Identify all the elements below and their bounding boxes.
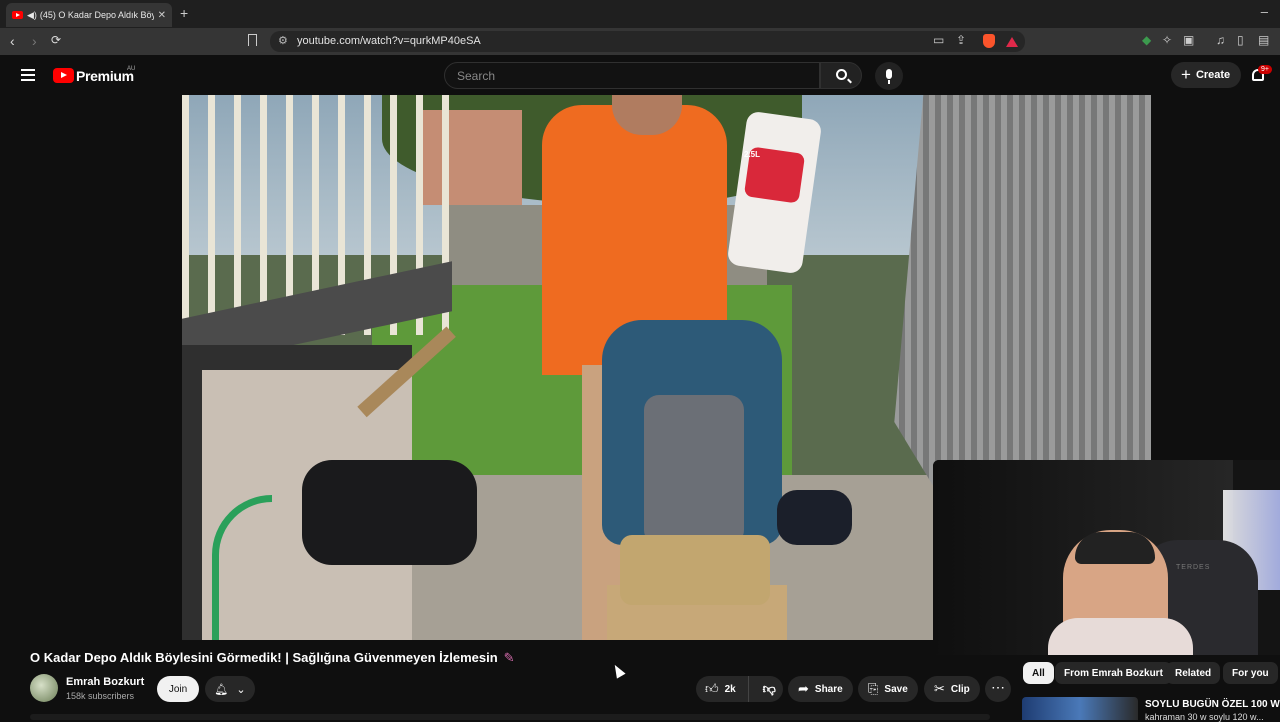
webcam-streamer-shirt	[1048, 618, 1193, 655]
save-icon: ⎘	[868, 681, 879, 696]
recommendation-thumbnail[interactable]	[1022, 697, 1138, 720]
close-tab-icon[interactable]: ✕	[158, 10, 166, 21]
forward-icon[interactable]: ›	[32, 33, 37, 49]
video-scene-mask	[777, 490, 852, 545]
clip-button[interactable]: ✂ Clip	[924, 676, 980, 702]
subscription-bell-button[interactable]: 🔔︎ ⌄	[205, 676, 255, 702]
notification-badge: 9+	[1258, 65, 1272, 74]
bladder-text: 2.5L	[744, 150, 761, 159]
wallet-icon[interactable]: ▤	[1258, 33, 1269, 47]
clip-label: Clip	[950, 683, 970, 695]
bell-icon: 🔔︎	[214, 683, 229, 696]
more-actions-icon[interactable]: ⋯	[985, 676, 1011, 702]
browser-tab[interactable]: ◀) (45) O Kadar Depo Aldık Böyl... ✕	[6, 3, 172, 27]
address-bar[interactable]: ⚙ youtube.com/watch?v=qurkMP40eSA ▭ ⇪	[270, 31, 1025, 52]
mouse-cursor-icon	[610, 662, 626, 679]
like-dislike-group: 👍︎ 2k 👎︎	[696, 676, 783, 702]
thumbs-down-icon: 👎︎	[762, 681, 776, 696]
search-box[interactable]	[444, 62, 820, 89]
chair-logo-text: TERDES	[1176, 564, 1211, 571]
join-button[interactable]: Join	[157, 676, 199, 702]
browser-toolbar: ‹ › ⟳ ⚙ youtube.com/watch?v=qurkMP40eSA …	[0, 28, 1280, 55]
youtube-header: Premium AU + Create 9+	[0, 55, 1280, 95]
create-label: Create	[1195, 69, 1231, 81]
recommendation-subtitle: kahraman 30 w soylu 120 w...	[1145, 712, 1264, 722]
search-input[interactable]	[455, 68, 795, 84]
cast-icon[interactable]: ▭	[933, 33, 944, 47]
youtube-logo-icon[interactable]	[53, 68, 74, 83]
video-scene-backpack-base	[620, 535, 770, 605]
bookmark-icon[interactable]	[248, 34, 257, 46]
url-text: youtube.com/watch?v=qurkMP40eSA	[297, 35, 481, 47]
video-scene-wetsuit	[302, 460, 477, 565]
thumbs-up-icon: 👍︎	[705, 681, 719, 696]
share-icon: ➦	[798, 681, 809, 696]
video-scene-backpack-pocket	[644, 395, 744, 545]
voice-search-icon[interactable]	[875, 62, 903, 90]
video-title-text: O Kadar Depo Aldık Böylesini Görmedik! |…	[30, 650, 498, 665]
save-label: Save	[884, 683, 908, 695]
plus-icon: +	[1181, 65, 1191, 84]
like-count: 2k	[724, 683, 736, 695]
subscriber-count: 158k subscribers	[66, 691, 135, 701]
chevron-down-icon: ⌄	[236, 683, 246, 696]
video-title: O Kadar Depo Aldık Böylesini Görmedik! |…	[30, 650, 515, 666]
channel-name[interactable]: Emrah Bozkurt	[66, 676, 144, 688]
share-button[interactable]: ➦ Share	[788, 676, 853, 702]
chip-for-you[interactable]: For you	[1223, 662, 1278, 684]
browser-tab-strip: ◀) (45) O Kadar Depo Aldık Böyl... ✕ + –	[0, 0, 1280, 28]
new-tab-icon[interactable]: +	[180, 5, 188, 21]
reload-icon[interactable]: ⟳	[51, 33, 61, 47]
tab-search-icon[interactable]: ▣	[1183, 33, 1194, 47]
description-box-edge[interactable]	[30, 714, 990, 720]
pencil-emoji-icon: ✎	[503, 650, 515, 665]
create-button[interactable]: + Create	[1171, 62, 1241, 88]
search-button[interactable]	[820, 62, 862, 89]
chip-related[interactable]: Related	[1166, 662, 1221, 684]
back-icon[interactable]: ‹	[10, 33, 15, 49]
brave-shield-icon[interactable]	[983, 34, 995, 48]
speaker-icon[interactable]: ◀)	[27, 10, 37, 21]
sidebar-icon[interactable]: ▯	[1237, 33, 1244, 47]
search-icon	[836, 69, 847, 80]
dislike-button[interactable]: 👎︎	[755, 681, 783, 697]
webcam-streamer-hair	[1075, 532, 1155, 564]
like-button[interactable]: 👍︎ 2k	[696, 676, 750, 702]
channel-avatar[interactable]	[30, 674, 58, 702]
tab-title: (45) O Kadar Depo Aldık Böyl...	[39, 10, 154, 20]
webcam-overlay: TERDES	[933, 460, 1280, 655]
save-button[interactable]: ⎘ Save	[858, 676, 918, 702]
extension-leaf-icon[interactable]: ◆	[1142, 33, 1151, 47]
menu-icon[interactable]	[21, 69, 35, 81]
recommendation-title[interactable]: SOYLU BUGÜN ÖZEL 100 W	[1145, 699, 1280, 710]
media-icon[interactable]: ♫	[1216, 33, 1225, 47]
minimize-window-icon[interactable]: –	[1261, 4, 1268, 19]
share-label: Share	[814, 683, 843, 695]
logo-region: AU	[127, 66, 136, 72]
extensions-icon[interactable]: ✧	[1162, 33, 1172, 47]
chip-all[interactable]: All	[1023, 662, 1054, 684]
chip-from-channel[interactable]: From Emrah Bozkurt	[1055, 662, 1172, 684]
youtube-favicon-icon	[12, 11, 23, 19]
scissors-icon: ✂	[934, 681, 945, 696]
share-page-icon[interactable]: ⇪	[956, 33, 966, 47]
brave-rewards-icon[interactable]	[1006, 37, 1018, 47]
logo-text[interactable]: Premium	[76, 68, 134, 84]
site-info-icon[interactable]: ⚙	[278, 34, 288, 47]
